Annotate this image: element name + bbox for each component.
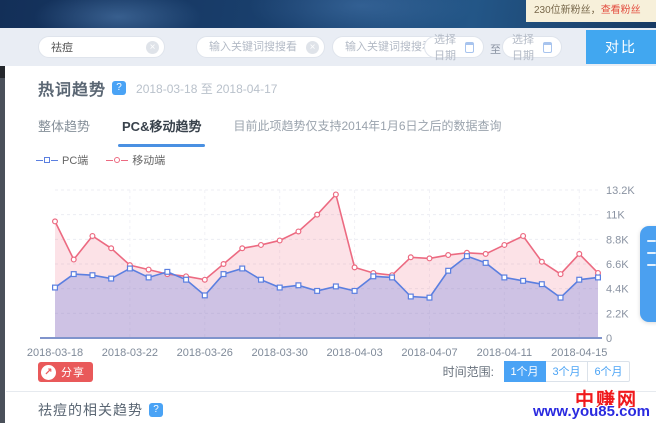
section-divider: [6, 391, 656, 392]
svg-text:4.4K: 4.4K: [606, 284, 629, 296]
date-start-field[interactable]: 选择日期: [424, 36, 484, 58]
date-start-placeholder: 选择日期: [434, 31, 465, 63]
page-title: 热词趋势: [38, 76, 106, 100]
keyword-field-1[interactable]: ×: [38, 36, 165, 58]
floating-widget[interactable]: [640, 226, 656, 322]
related-section-header: 祛痘的相关趋势 ?: [38, 400, 163, 420]
share-label: 分享: [61, 364, 85, 380]
svg-text:2018-04-11: 2018-04-11: [477, 347, 532, 359]
calendar-icon: [465, 42, 474, 53]
legend-label: PC端: [62, 152, 88, 168]
svg-text:2018-03-26: 2018-03-26: [177, 347, 233, 359]
svg-text:2.2K: 2.2K: [606, 308, 629, 320]
fans-notice-text: 230位新粉丝，: [534, 5, 601, 16]
svg-text:2018-03-18: 2018-03-18: [27, 347, 83, 359]
watermark-site-url: www.you85.com: [533, 403, 650, 420]
calendar-icon: [543, 42, 552, 53]
fans-notice: 230位新粉丝，查看粉丝: [526, 0, 656, 22]
svg-text:2018-03-30: 2018-03-30: [252, 347, 308, 359]
svg-text:11K: 11K: [606, 210, 625, 222]
keyword-field-2[interactable]: ×: [196, 36, 325, 58]
left-edge-strip-cap: [0, 66, 5, 78]
top-banner: 230位新粉丝，查看粉丝: [0, 0, 656, 28]
svg-text:13.2K: 13.2K: [606, 185, 635, 197]
time-range-3m-button[interactable]: 3个月: [546, 361, 588, 382]
filter-bar: × × × 选择日期 至 选择日期 对比: [0, 28, 656, 66]
share-icon: ↗: [41, 365, 56, 380]
date-end-placeholder: 选择日期: [512, 31, 543, 63]
svg-text:2018-04-15: 2018-04-15: [551, 347, 607, 359]
tabs-note: 目前此项趋势仅支持2014年1月6日之后的数据查询: [233, 117, 501, 140]
legend-line: [36, 160, 43, 161]
chart-legend: PC端 移动端: [36, 152, 165, 168]
date-end-field[interactable]: 选择日期: [502, 36, 562, 58]
share-button[interactable]: ↗ 分享: [38, 362, 93, 382]
legend-line: [121, 160, 128, 161]
legend-line: [106, 160, 113, 161]
clear-icon[interactable]: ×: [306, 41, 319, 54]
time-range-label: 时间范围:: [443, 363, 494, 380]
svg-text:2018-04-03: 2018-04-03: [326, 347, 382, 359]
app-window: 230位新粉丝，查看粉丝 × × × 选择日期 至 选择日期 对比 热词趋势 ?: [0, 0, 656, 423]
svg-text:8.8K: 8.8K: [606, 234, 629, 246]
tabs: 整体趋势 PC&移动趋势 目前此项趋势仅支持2014年1月6日之后的数据查询: [38, 116, 502, 140]
help-icon[interactable]: ?: [149, 403, 163, 417]
time-range-group: 时间范围: 1个月 3个月 6个月: [443, 361, 630, 382]
related-title: 祛痘的相关趋势: [38, 400, 143, 420]
keyword-input-2[interactable]: [197, 37, 324, 57]
help-icon[interactable]: ?: [112, 81, 126, 95]
svg-text:6.6K: 6.6K: [606, 259, 629, 271]
fans-notice-link[interactable]: 查看粉丝: [601, 5, 641, 16]
legend-item-mobile[interactable]: 移动端: [106, 152, 165, 168]
svg-text:2018-03-22: 2018-03-22: [102, 347, 158, 359]
legend-label: 移动端: [132, 152, 165, 168]
date-separator: 至: [490, 41, 501, 57]
tab-overall-trend[interactable]: 整体趋势: [38, 116, 90, 141]
legend-item-pc[interactable]: PC端: [36, 152, 88, 168]
tab-pc-mobile-trend[interactable]: PC&移动趋势: [122, 116, 201, 141]
trend-chart: 0 2.2K 4.4K 6.6K 8.8K 11K 13.2K 2018-03-18 2018-…: [0, 178, 656, 378]
legend-line: [51, 160, 58, 161]
header: 热词趋势 ? 2018-03-18 至 2018-04-17: [38, 78, 277, 98]
legend-circle-marker-icon: [114, 157, 120, 163]
compare-button[interactable]: 对比: [586, 30, 656, 64]
header-date-range: 2018-03-18 至 2018-04-17: [136, 80, 277, 97]
clear-icon[interactable]: ×: [146, 41, 159, 54]
time-range-6m-button[interactable]: 6个月: [588, 361, 630, 382]
time-range-1m-button[interactable]: 1个月: [504, 361, 546, 382]
legend-square-marker-icon: [44, 157, 50, 163]
svg-text:2018-04-07: 2018-04-07: [401, 347, 457, 359]
trend-chart-svg: 0 2.2K 4.4K 6.6K 8.8K 11K 13.2K 2018-03-18 2018-…: [0, 178, 656, 378]
svg-text:0: 0: [606, 333, 612, 345]
